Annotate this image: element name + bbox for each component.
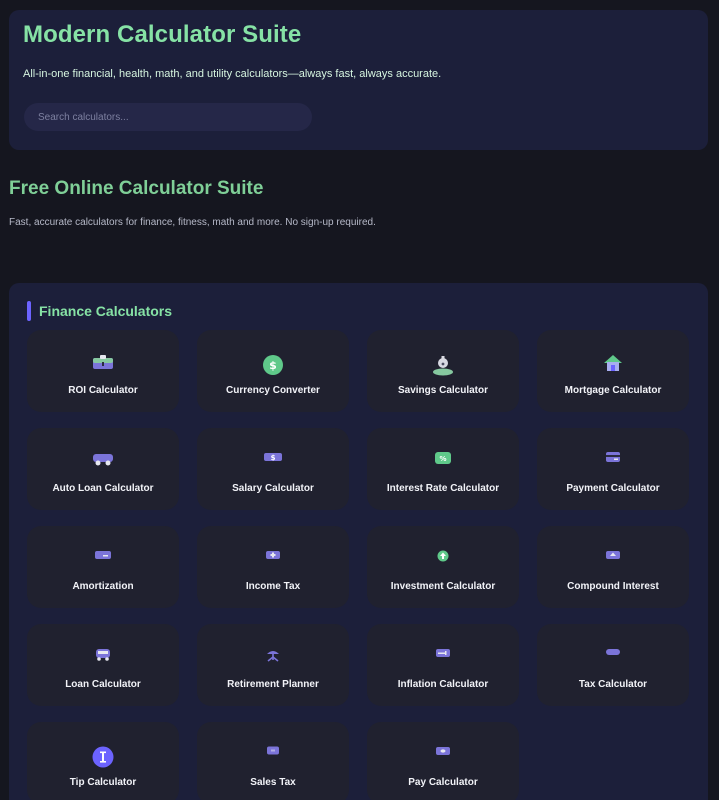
dollar-coin-icon: $	[262, 354, 284, 376]
card-label: Retirement Planner	[227, 679, 319, 690]
cash-icon: $	[264, 452, 282, 462]
calculator-card-payment[interactable]: Payment Calculator	[537, 428, 689, 510]
finance-section: Finance Calculators ROI Calculator $ Cur…	[9, 283, 708, 800]
calculator-card-tax[interactable]: Tax Calculator	[537, 624, 689, 706]
card-label: Mortgage Calculator	[564, 385, 662, 396]
card-label: Compound Interest	[567, 581, 659, 592]
vehicle-icon	[95, 648, 111, 661]
card-label: Income Tax	[245, 581, 301, 592]
card-label: Auto Loan Calculator	[52, 483, 154, 494]
calculator-card-pay[interactable]: Pay Calculator	[367, 722, 519, 800]
search-input[interactable]	[24, 103, 312, 131]
tip-icon	[92, 746, 114, 768]
card-label: Loan Calculator	[65, 679, 141, 690]
calculator-card-sales-tax[interactable]: Sales Tax	[197, 722, 349, 800]
card-label: Salary Calculator	[232, 483, 314, 494]
intro-title: Free Online Calculator Suite	[9, 178, 264, 199]
calculator-card-roi[interactable]: ROI Calculator	[27, 330, 179, 412]
card-label: Investment Calculator	[390, 581, 496, 592]
card-label: Inflation Calculator	[397, 679, 489, 690]
app-tagline: All-in-one financial, health, math, and …	[23, 68, 442, 80]
svg-text:%: %	[439, 455, 446, 463]
card-label: Interest Rate Calculator	[386, 483, 500, 494]
calculator-card-mortgage[interactable]: Mortgage Calculator	[537, 330, 689, 412]
card-label: Currency Converter	[226, 385, 320, 396]
hero-header: Modern Calculator Suite All-in-one finan…	[9, 10, 708, 150]
calculator-card-income-tax[interactable]: Income Tax	[197, 526, 349, 608]
intro-text: Fast, accurate calculators for finance, …	[9, 217, 376, 228]
app-title: Modern Calculator Suite	[23, 21, 302, 48]
calculator-card-currency[interactable]: $ Currency Converter	[197, 330, 349, 412]
chart-icon	[606, 550, 620, 560]
calculator-card-salary[interactable]: $ Salary Calculator	[197, 428, 349, 510]
umbrella-icon	[266, 648, 280, 662]
calculator-card-investment[interactable]: Investment Calculator	[367, 526, 519, 608]
car-icon	[92, 452, 114, 466]
card-label: ROI Calculator	[68, 385, 138, 396]
piggy-bank-icon	[432, 354, 454, 376]
calculator-card-savings[interactable]: Savings Calculator	[367, 330, 519, 412]
card-label: Pay Calculator	[408, 777, 478, 788]
calculator-card-inflation[interactable]: Inflation Calculator	[367, 624, 519, 706]
calculator-card-tip[interactable]: Tip Calculator	[27, 722, 179, 800]
svg-text:$: $	[271, 454, 276, 462]
card-label: Amortization	[72, 581, 134, 592]
wallet-icon	[436, 746, 450, 756]
card-label: Tax Calculator	[578, 679, 648, 690]
calculator-card-loan[interactable]: Loan Calculator	[27, 624, 179, 706]
tag-icon	[606, 648, 620, 656]
credit-card-icon	[606, 452, 620, 462]
calculator-grid: ROI Calculator $ Currency Converter Savi…	[27, 330, 691, 800]
calculator-card-amortization[interactable]: Amortization	[27, 526, 179, 608]
calculator-card-retirement[interactable]: Retirement Planner	[197, 624, 349, 706]
section-title: Finance Calculators	[39, 303, 173, 319]
calculator-card-auto-loan[interactable]: Auto Loan Calculator	[27, 428, 179, 510]
calculator-card-compound-interest[interactable]: Compound Interest	[537, 526, 689, 608]
ledger-icon	[95, 550, 111, 560]
card-label: Payment Calculator	[566, 483, 660, 494]
svg-text:$: $	[269, 359, 277, 372]
receipt-icon	[266, 550, 280, 560]
page: Modern Calculator Suite All-in-one finan…	[0, 0, 719, 800]
section-accent-bar	[27, 301, 31, 321]
trend-icon	[436, 648, 450, 658]
briefcase-icon	[92, 354, 114, 370]
card-label: Sales Tax	[250, 777, 296, 788]
card-label: Tip Calculator	[69, 777, 137, 788]
house-icon	[603, 354, 623, 372]
percent-icon: %	[435, 452, 451, 464]
sales-icon	[267, 746, 279, 755]
calculator-card-interest-rate[interactable]: % Interest Rate Calculator	[367, 428, 519, 510]
card-label: Savings Calculator	[397, 385, 489, 396]
growth-icon	[437, 550, 449, 562]
